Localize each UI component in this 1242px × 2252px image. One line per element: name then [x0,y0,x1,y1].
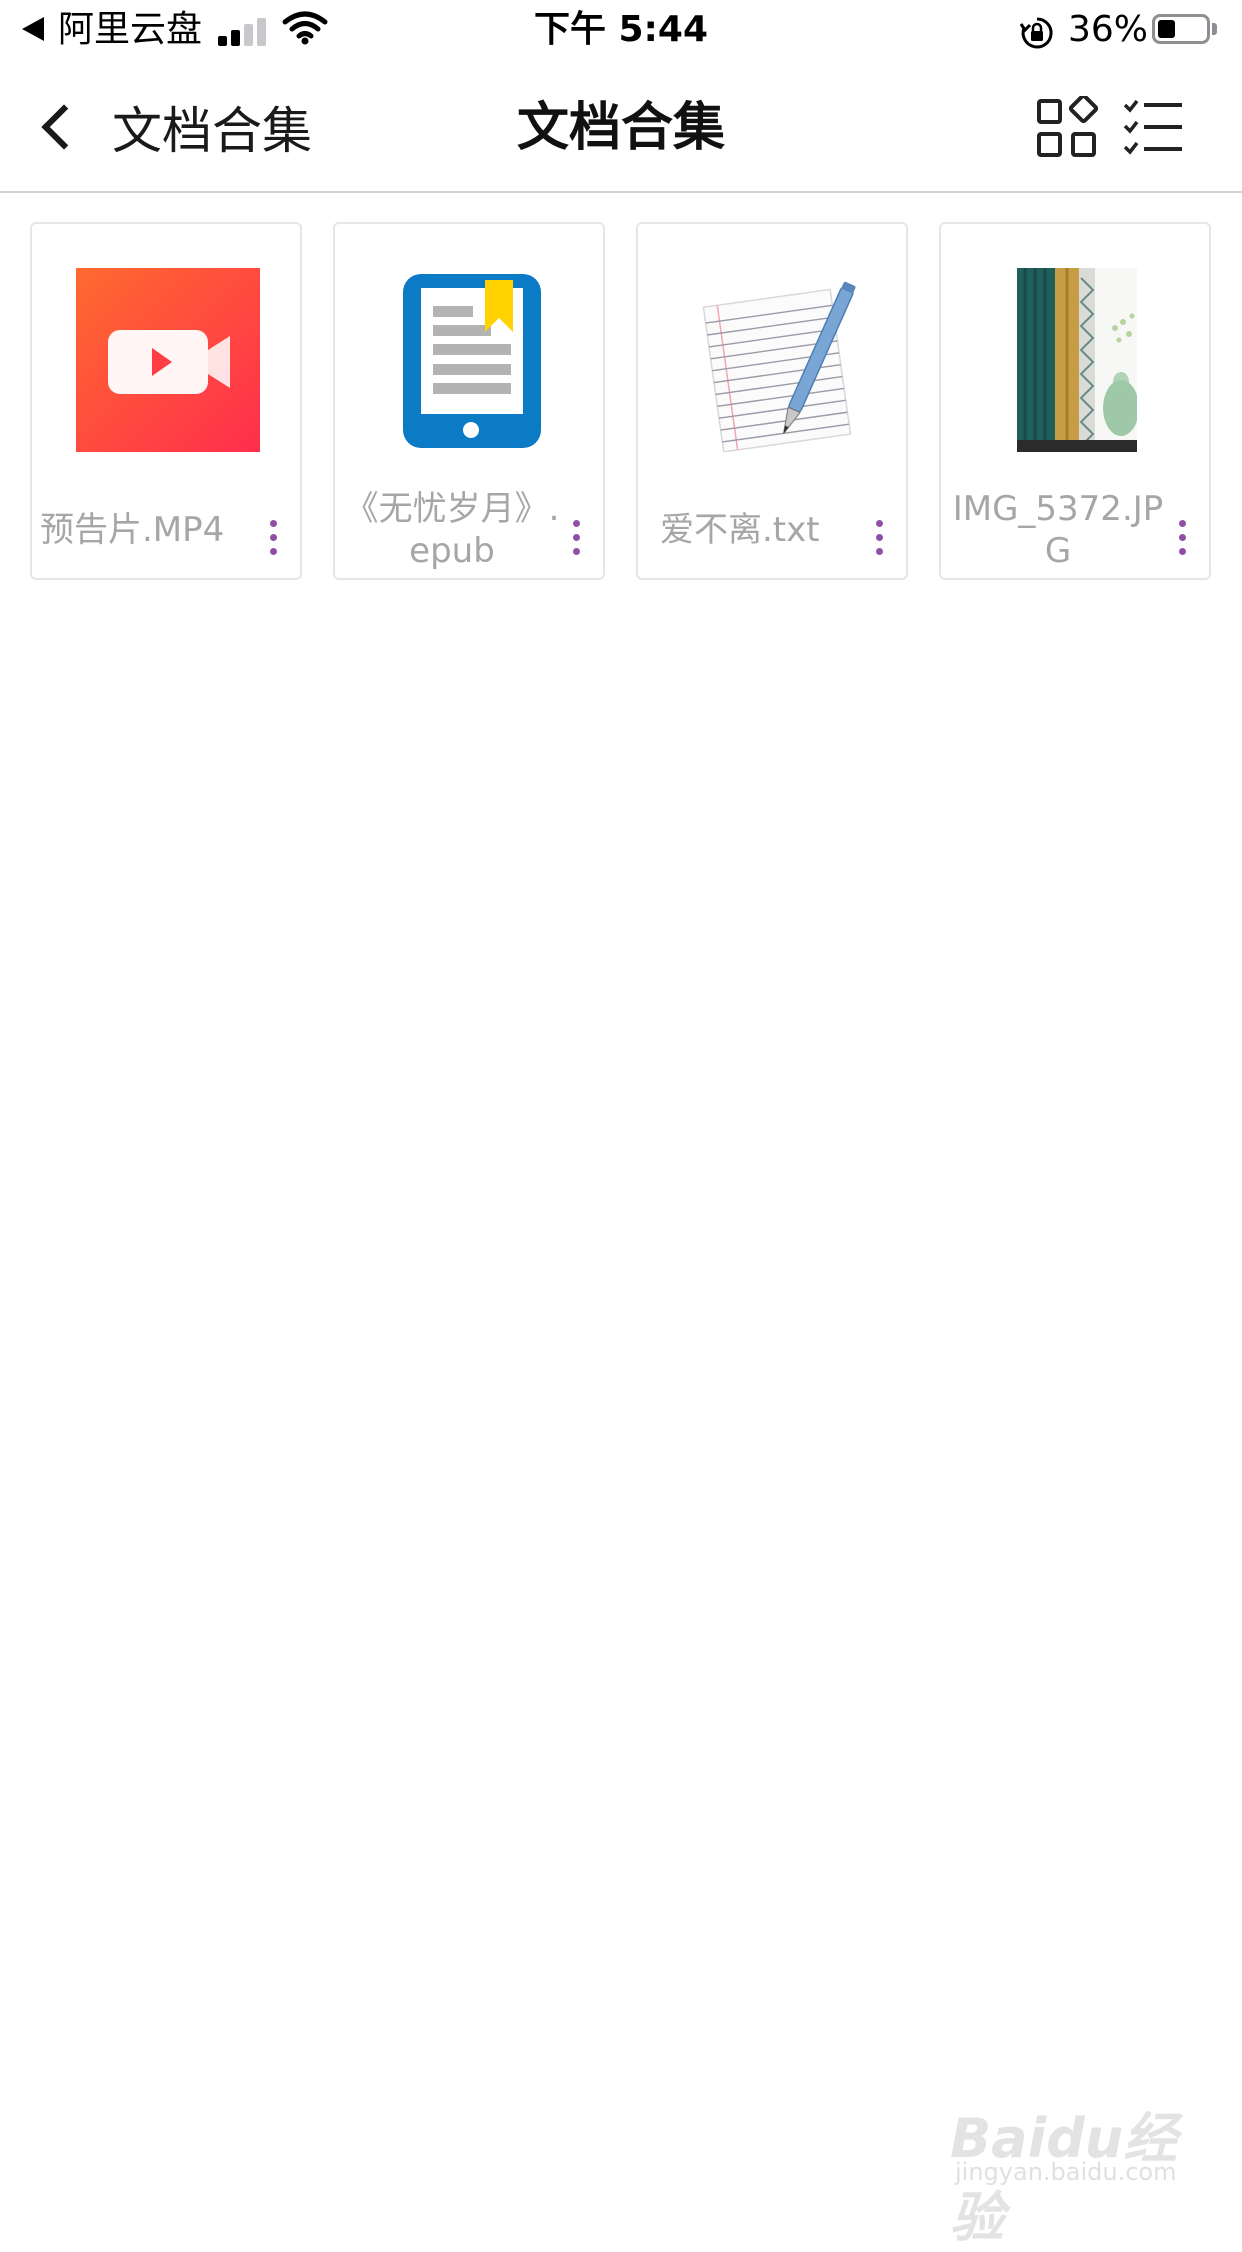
text-file-icon [702,281,856,452]
ebook-file-icon [403,274,541,448]
battery-cap [1212,23,1217,35]
more-options-icon[interactable] [569,518,585,558]
file-name: 爱不离.txt [660,510,820,550]
file-card[interactable]: IMG_5372.JPG [939,222,1211,580]
status-bar: 阿里云盘 下午 5:44 36% [0,0,1242,62]
file-name: 《无忧岁月》.epub [344,489,560,571]
more-options-icon[interactable] [266,518,282,558]
file-card[interactable]: 《无忧岁月》.epub [333,222,605,580]
image-thumbnail [1017,268,1137,452]
more-options-icon[interactable] [1175,518,1191,558]
baidu-watermark: Baidu经验 jingyan.baidu.com [950,2070,1190,2249]
video-file-icon [76,268,260,452]
orientation-lock-icon [1020,17,1053,49]
watermark-url: jingyan.baidu.com [955,2158,1177,2186]
grid-view-icon[interactable] [1036,96,1098,158]
back-button[interactable]: 文档合集 [30,92,312,162]
clock: 下午 5:44 [533,9,709,50]
file-grid: 预告片.MP4 《无忧岁月》.epub 爱不离.txt IMG_5372.JPG [30,222,1212,582]
battery-icon [1152,14,1210,44]
file-card[interactable]: 爱不离.txt [636,222,908,580]
checklist-icon[interactable] [1122,96,1184,158]
back-label: 文档合集 [112,102,312,160]
more-options-icon[interactable] [872,518,888,558]
file-name: 预告片.MP4 [40,510,225,550]
chevron-left-icon [41,104,87,150]
navigation-bar: 文档合集 文档合集 [0,62,1242,193]
file-card[interactable]: 预告片.MP4 [30,222,302,580]
battery-percent: 36% [1068,9,1149,50]
file-name: IMG_5372.JPG [952,489,1164,571]
